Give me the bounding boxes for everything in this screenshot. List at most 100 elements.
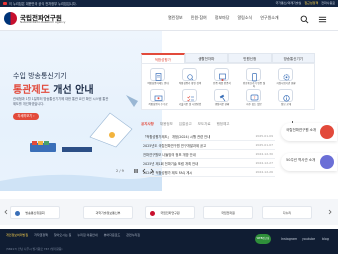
notice-date: 2025-01-07	[255, 143, 273, 147]
hero-title: 통관제도 개선 안내	[13, 81, 94, 96]
notice-date: 2024-12-26	[255, 170, 273, 174]
quick-item[interactable]: 기술기준 및 시험방법	[179, 89, 201, 109]
quick-item-label: 적합성평가 수수료	[148, 103, 168, 106]
tab-broadcast-devices[interactable]: 방송통신기기	[271, 53, 315, 63]
banner-label: 다누리	[282, 211, 292, 215]
quick-item[interactable]: 적합성평가 수수료	[148, 89, 168, 109]
hero-title-rest: 개선 안내	[49, 85, 94, 96]
quick-service-panel: 적합성평가제도 안내 적합성평가 확인 검색 인증 제품 인증서 방송통신기기 …	[141, 63, 315, 110]
gov-notice-text: 이 누리집은 대한민국 공식 전자정부 누리집입니다.	[9, 2, 77, 6]
banner-label: 과학기술정보통신부	[95, 211, 121, 215]
topbar-link[interactable]: 전파사용료	[321, 1, 335, 5]
notice-title: 2024년 적합성평가 제도 FAQ 게시	[143, 171, 193, 175]
site-header: 국립전파연구원 National Radio Research Agency 열…	[0, 7, 338, 31]
quick-item-label: 적합성평가 확인 검색	[178, 82, 202, 85]
info-icon	[278, 89, 293, 102]
side-card-dot	[320, 155, 334, 169]
hero-more-button[interactable]: 자세히보기 ›	[13, 113, 39, 120]
related-site-banner[interactable]: 다누리	[262, 206, 312, 219]
nav-item-news[interactable]: 알림소식	[237, 15, 252, 21]
related-site-banner[interactable]: 과학기술정보통신부	[83, 206, 133, 219]
footer-menu: 개인정보처리방침 저작권정책 찾아오시는 길 누리집 이용안내 뷰어다운로드 관…	[6, 233, 140, 237]
hero-pager: 2 / 9	[116, 169, 124, 173]
quick-item-label: 인증 제품 인증서	[213, 82, 231, 85]
side-card-dot	[320, 125, 334, 139]
nav-item-info[interactable]: 정보마당	[215, 15, 230, 21]
menu-icon[interactable]	[318, 15, 327, 24]
notice-row[interactable]: 2025년도 국립전파연구원 연구개발과제 공고 2025-01-07	[141, 142, 275, 150]
svg-text:?: ?	[254, 96, 256, 100]
footer-link[interactable]: 찾아오시는 길	[54, 233, 72, 237]
notice-title: 2025년 제1회 전파기술 포럼 개최 안내	[143, 162, 199, 166]
nav-item-civil[interactable]: 민원·참여	[191, 15, 207, 21]
tab-notice[interactable]: 공지사항	[141, 122, 154, 127]
quick-item[interactable]: 정보 공개	[276, 89, 296, 109]
gear-icon	[278, 68, 293, 81]
logo-subtitle: National Radio Research Agency	[20, 20, 66, 24]
notice-date: 2024-12-27	[255, 161, 273, 165]
quick-item-label: 정보 공개	[281, 103, 291, 106]
related-site-banner[interactable]: 국립전파원	[203, 206, 253, 219]
side-card-about[interactable]: 국립전파연구원 소개	[281, 123, 337, 141]
pause-icon[interactable]	[133, 168, 139, 174]
tab-emf[interactable]: 생활전자파	[184, 53, 228, 63]
banner-next-icon[interactable]	[327, 209, 333, 215]
tab-admin-notice[interactable]: 행정예고	[217, 122, 230, 127]
quick-item-label: 행정처분 현황	[214, 103, 230, 106]
footer-link[interactable]: 뷰어다운로드	[104, 233, 121, 237]
topbar-links: 국가통신/미래기술실 접근성정책 전파사용료	[276, 1, 335, 5]
tab-conformity[interactable]: 적합성평가	[141, 53, 185, 63]
topbar-link[interactable]: 접근성정책	[304, 1, 318, 5]
tab-bid[interactable]: 입찰공고	[179, 122, 192, 127]
notice-date: 2024-12-30	[255, 152, 273, 156]
quick-item-label: 지정시험기관 현황	[276, 82, 296, 85]
quick-item[interactable]: ? 자주 찾는 질문	[244, 89, 264, 109]
search-icon[interactable]	[300, 15, 309, 24]
sns-youtube[interactable]: youtube	[302, 237, 315, 241]
site-footer: 개인정보처리방침 저작권정책 찾아오시는 길 누리집 이용안내 뷰어다운로드 관…	[0, 229, 338, 254]
side-card-history[interactable]: 50주년 역사관 소개	[281, 153, 337, 171]
notice-row[interactable]: 2025년 제1회 전파기술 포럼 개최 안내 2024-12-27	[141, 160, 275, 168]
topbar-link[interactable]: 국가통신/미래기술실	[276, 1, 302, 5]
footer-link[interactable]: 관련누리집	[126, 233, 140, 237]
notice-row[interactable]: 「적합성평가제도」 개정(2024) 시행 관련 안내 2025-01-09	[141, 133, 275, 141]
notice-title: 2025년도 국립전파연구원 연구개발과제 공고	[143, 144, 207, 148]
quick-item[interactable]: 지정시험기관 현황	[276, 68, 296, 88]
notice-date: 2025-01-09	[255, 134, 273, 138]
banner-prev-icon[interactable]	[3, 209, 9, 215]
tab-recruit[interactable]: 채용정보	[160, 122, 173, 127]
hero-description: 관세청과 1월 1일부터 방송통신기기에 대한 통관 요건 확인 시스템 통관제…	[13, 97, 109, 106]
hero-subtitle: 수입 방송통신기기	[13, 72, 67, 80]
document-icon	[150, 68, 165, 81]
quick-item[interactable]: 행정처분 현황	[212, 89, 232, 109]
gov-notice-bar: 이 누리집은 대한민국 공식 전자정부 누리집입니다. 국가통신/미래기술실 접…	[0, 0, 338, 7]
notice-title: 전파연구원보 나들망의 정보 개방 안내	[143, 153, 196, 157]
side-card-label: 국립전파연구원 소개	[286, 128, 317, 132]
quick-item[interactable]: 인증 제품 인증서	[212, 68, 232, 88]
related-site-banner[interactable]: 국립전파연구원	[145, 206, 195, 219]
quick-item[interactable]: 적합성평가제도 안내	[147, 68, 169, 88]
notice-row[interactable]: 2024년 적합성평가 제도 FAQ 게시 2024-12-26	[141, 169, 275, 177]
quick-item-label: 방송통신기기 인증 절차	[242, 82, 266, 88]
notice-row[interactable]: 전파연구원보 나들망의 정보 개방 안내 2024-12-30	[141, 151, 275, 159]
nav-item-about[interactable]: 연구원소개	[260, 15, 278, 21]
quick-item-label: 적합성평가제도 안내	[147, 82, 169, 85]
tab-civil-request[interactable]: 민원신청	[228, 53, 272, 63]
quick-service-tabs: 적합성평가 생활전자파 민원신청 방송통신기기	[141, 53, 315, 63]
quick-item[interactable]: 적합성평가 확인 검색	[178, 68, 202, 88]
nav-item-open-info[interactable]: 열린정보	[168, 15, 183, 21]
sns-blog[interactable]: blog	[322, 237, 329, 241]
footer-link[interactable]: 저작권정책	[34, 233, 48, 237]
sns-instagram[interactable]: Instagram	[281, 237, 297, 241]
notice-tabs: 공지사항 채용정보 입찰공고 보도자료 행정예고	[141, 122, 229, 127]
footer-link-privacy[interactable]: 개인정보처리방침	[6, 233, 28, 237]
related-site-banner[interactable]: 방송통신위원회	[10, 206, 60, 219]
footer-link[interactable]: 누리집 이용안내	[77, 233, 97, 237]
tab-press[interactable]: 보도자료	[198, 122, 211, 127]
site-logo[interactable]: 국립전파연구원 National Radio Research Agency	[4, 11, 66, 27]
korea-flag-icon	[3, 2, 7, 5]
banner-label: 방송통신위원회	[25, 211, 45, 215]
search-doc-icon	[182, 68, 197, 81]
quick-item-label: 자주 찾는 질문	[246, 103, 262, 106]
quick-item[interactable]: 방송통신기기 인증 절차	[242, 68, 266, 88]
